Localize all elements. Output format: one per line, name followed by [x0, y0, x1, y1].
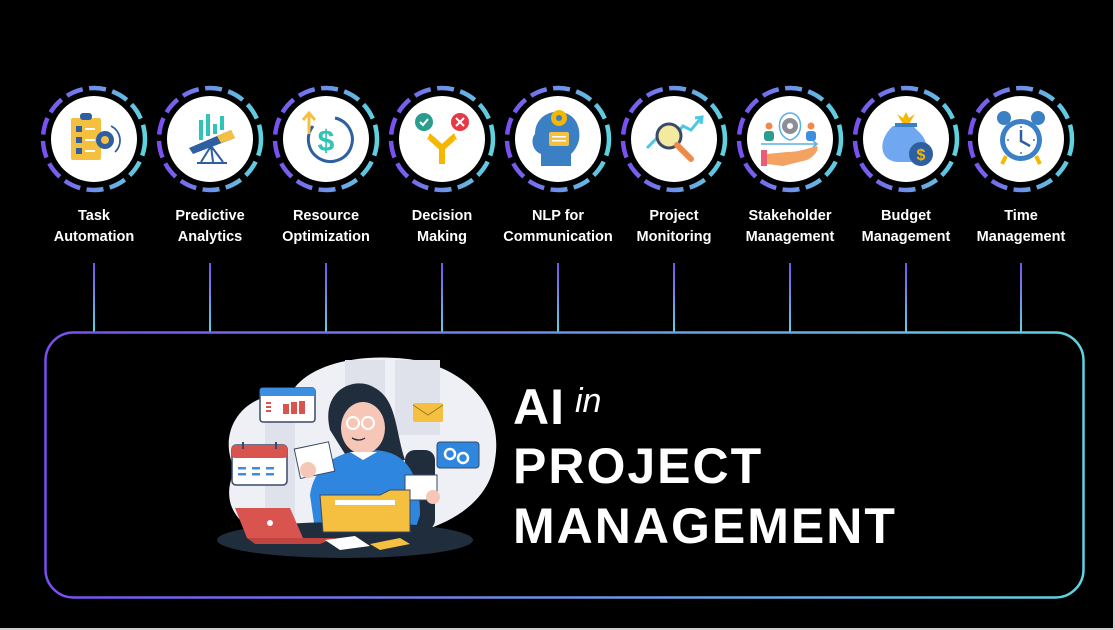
resource-optimization-icon-badge: $ [272, 85, 380, 193]
calendar-card-icon [231, 442, 288, 486]
dashboard-card-icon [259, 387, 316, 423]
icon-background [747, 96, 833, 182]
icon-background [399, 96, 485, 182]
title-in: in [575, 382, 602, 420]
person-at-desk-illustration [217, 357, 497, 558]
connector-line [673, 263, 675, 332]
title-management: MANAGEMENT [513, 498, 897, 554]
page-title: AI in PROJECT MANAGEMENT [513, 378, 897, 556]
time-management-icon-badge [967, 85, 1075, 193]
decision-making-icon-badge [388, 85, 496, 193]
stakeholder-management-icon-badge [736, 85, 844, 193]
connector-line [1020, 263, 1022, 332]
feature-label-line2: Management [976, 229, 1066, 245]
gears-card-icon [436, 441, 480, 469]
title-project: PROJECT [513, 438, 764, 494]
envelope-card-icon [412, 403, 444, 422]
task-automation-icon-badge [40, 85, 148, 193]
connector-line [905, 263, 907, 332]
connector-line [789, 263, 791, 332]
budget-management-icon-badge: $ [852, 85, 960, 193]
connector-line [209, 263, 211, 332]
title-ai: AI [513, 379, 565, 435]
nlp-communication-icon-badge [504, 85, 612, 193]
connector-line [557, 263, 559, 332]
connector-line [325, 263, 327, 332]
connector-line [93, 263, 95, 332]
svg-text:$: $ [318, 125, 335, 158]
svg-text:$: $ [917, 147, 926, 164]
connector-line [441, 263, 443, 332]
feature-label: Time Management [951, 206, 1091, 248]
project-monitoring-icon-badge [620, 85, 728, 193]
predictive-analytics-icon-badge [156, 85, 264, 193]
feature-label-line1: Time [1004, 208, 1038, 224]
